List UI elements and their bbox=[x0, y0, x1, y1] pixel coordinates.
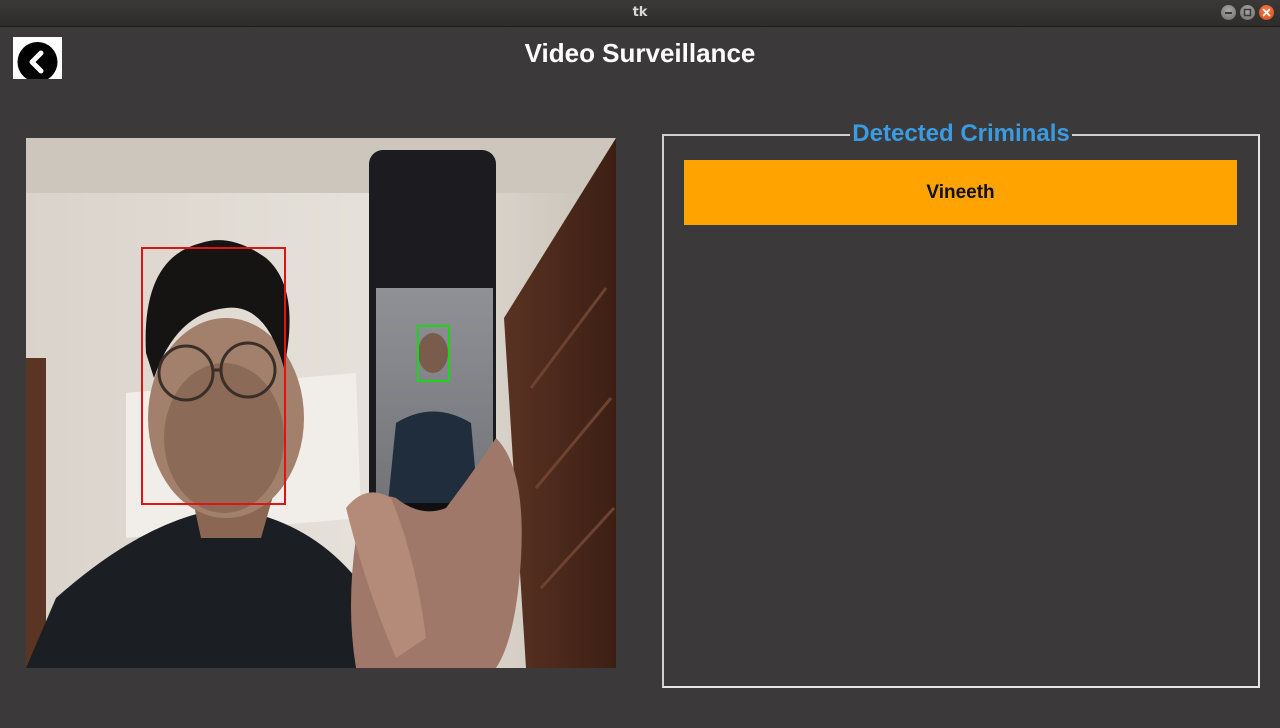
title-bar: tk bbox=[0, 0, 1280, 27]
detected-criminals-panel: Detected Criminals Vineeth bbox=[662, 120, 1260, 688]
app-window: tk Video Surveillance Detected Criminals… bbox=[0, 0, 1280, 728]
maximize-button[interactable] bbox=[1240, 5, 1255, 20]
panel-title: Detected Criminals bbox=[850, 120, 1072, 147]
maximize-icon bbox=[1240, 5, 1255, 20]
minimize-button[interactable] bbox=[1221, 5, 1236, 20]
camera-frame-image bbox=[26, 138, 616, 668]
close-button[interactable] bbox=[1259, 5, 1274, 20]
window-title: tk bbox=[632, 5, 648, 20]
video-feed bbox=[26, 138, 616, 668]
close-icon bbox=[1259, 5, 1274, 20]
page-title: Video Surveillance bbox=[524, 38, 756, 68]
criminal-list-item[interactable]: Vineeth bbox=[684, 160, 1237, 225]
criminal-name: Vineeth bbox=[926, 181, 995, 203]
minimize-icon bbox=[1221, 5, 1236, 20]
